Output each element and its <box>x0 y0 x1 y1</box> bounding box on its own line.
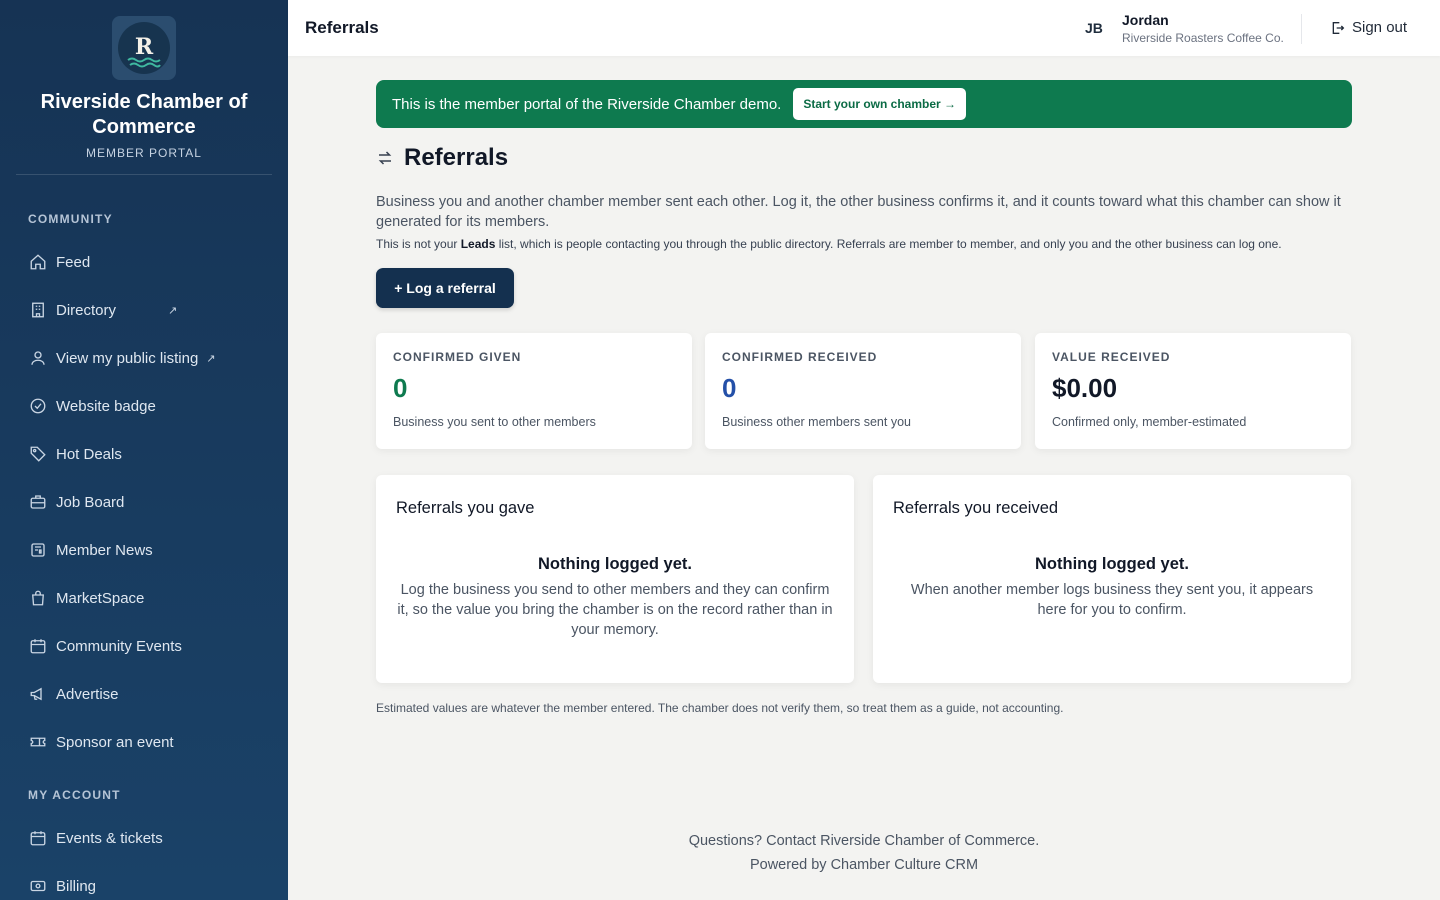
sidebar-item-label: MarketSpace <box>56 589 145 607</box>
section-label-my-account: MY ACCOUNT <box>28 788 121 802</box>
sidebar-item-label: Sponsor an event <box>56 733 174 751</box>
footer-contact: Questions? Contact Riverside Chamber of … <box>688 833 1040 849</box>
sidebar-item-label: Website badge <box>56 397 156 415</box>
sidebar-item-label: Member News <box>56 541 153 559</box>
estimate-footnote: Estimated values are whatever the member… <box>376 701 1064 715</box>
panel-referrals-gave: Referrals you gave Nothing logged yet. L… <box>376 475 854 683</box>
sidebar-item-member-news[interactable]: Member News <box>28 538 153 562</box>
brand-name: Riverside Chamber of Commerce <box>40 91 248 138</box>
external-link-icon: ↗ <box>206 352 216 365</box>
top-bar: Referrals JB Jordan Riverside Roasters C… <box>288 0 1440 56</box>
calendar-icon <box>28 636 48 656</box>
brand-subtitle: MEMBER PORTAL <box>86 146 202 160</box>
note-text: list, which is people contacting you thr… <box>495 237 1282 251</box>
briefcase-icon <box>28 492 48 512</box>
sidebar-item-feed[interactable]: Feed <box>28 250 90 274</box>
sidebar-item-job-board[interactable]: Job Board <box>28 490 124 514</box>
banknote-icon <box>28 876 48 896</box>
sidebar-item-marketspace[interactable]: MarketSpace <box>28 586 144 610</box>
sidebar-item-label: Hot Deals <box>56 445 122 463</box>
stat-card-confirmed-received: CONFIRMED RECEIVED 0 Business other memb… <box>705 333 1021 449</box>
building-icon <box>28 300 48 320</box>
divider <box>1301 14 1302 44</box>
user-name: Jordan <box>1122 12 1169 28</box>
stat-description: Business you sent to other members <box>393 415 596 429</box>
sidebar-item-sponsor-event[interactable]: Sponsor an event <box>28 730 174 754</box>
stat-value: 0 <box>722 373 737 403</box>
megaphone-icon <box>28 684 48 704</box>
ticket-icon <box>28 732 48 752</box>
sidebar-item-label: Billing <box>56 877 97 895</box>
sidebar-item-billing[interactable]: Billing <box>28 874 96 898</box>
sidebar-item-directory[interactable]: Directory ↗ <box>28 298 177 322</box>
sidebar-item-public-listing[interactable]: View my public listing ↗ <box>28 346 216 370</box>
banner-text: This is the member portal of the Riversi… <box>392 95 782 113</box>
calendar-icon <box>28 828 48 848</box>
sidebar-item-label: Feed <box>56 253 91 271</box>
empty-state-text: Log the business you send to other membe… <box>397 582 833 638</box>
sidebar-item-hot-deals[interactable]: Hot Deals <box>28 442 122 466</box>
note-text: This is not your <box>376 237 461 251</box>
chamber-logo: R <box>112 16 176 80</box>
sidebar-item-label: Events & tickets <box>56 829 163 847</box>
panel-title: Referrals you gave <box>396 499 535 517</box>
page-title: Referrals <box>305 18 379 37</box>
intro-text: Business you and another chamber member … <box>376 194 1341 230</box>
home-icon <box>28 252 48 272</box>
sign-out-icon <box>1330 20 1346 36</box>
heading: Referrals <box>404 144 509 171</box>
sidebar-item-label: Directory <box>56 301 117 319</box>
start-chamber-button[interactable]: Start your own chamber → <box>793 88 967 120</box>
user-icon <box>28 348 48 368</box>
empty-state-title: Nothing logged yet. <box>538 555 692 573</box>
sidebar-item-events-tickets[interactable]: Events & tickets <box>28 826 163 850</box>
stat-card-confirmed-given: CONFIRMED GIVEN 0 Business you sent to o… <box>376 333 692 449</box>
panel-title: Referrals you received <box>893 499 1059 517</box>
sidebar-item-label: Job Board <box>56 493 125 511</box>
external-link-icon: ↗ <box>168 304 178 317</box>
tag-icon <box>28 444 48 464</box>
empty-state-text: When another member logs business they s… <box>910 582 1314 618</box>
brand: R Riverside Chamber of Commerce MEMBER P… <box>16 0 272 175</box>
sign-out-label: Sign out <box>1352 19 1408 36</box>
newspaper-icon <box>28 540 48 560</box>
demo-banner: This is the member portal of the Riversi… <box>376 80 1352 128</box>
check-circle-icon <box>28 396 48 416</box>
avatar[interactable]: JB <box>1085 20 1103 36</box>
sidebar-item-label: Community Events <box>56 637 182 655</box>
stat-label: VALUE RECEIVED <box>1052 350 1171 364</box>
leads-note: This is not your Leads list, which is pe… <box>376 236 1352 252</box>
stat-value: 0 <box>393 373 408 403</box>
user-organization: Riverside Roasters Coffee Co. <box>1122 31 1284 45</box>
sidebar: R Riverside Chamber of Commerce MEMBER P… <box>0 0 288 900</box>
empty-state-title: Nothing logged yet. <box>1035 555 1189 573</box>
panel-referrals-received: Referrals you received Nothing logged ye… <box>873 475 1351 683</box>
sidebar-item-label: Advertise <box>56 685 119 703</box>
sign-out-button[interactable]: Sign out <box>1330 19 1407 36</box>
sidebar-item-community-events[interactable]: Community Events <box>28 634 182 658</box>
log-referral-button[interactable]: + Log a referral <box>376 268 514 308</box>
stat-label: CONFIRMED RECEIVED <box>722 350 878 364</box>
section-label-community: COMMUNITY <box>28 212 113 226</box>
page-heading: Referrals <box>376 144 508 172</box>
svg-text:R: R <box>135 34 154 60</box>
stat-value: $0.00 <box>1052 373 1118 403</box>
sidebar-item-advertise[interactable]: Advertise <box>28 682 119 706</box>
stat-description: Business other members sent you <box>722 415 911 429</box>
stat-description: Confirmed only, member-estimated <box>1052 415 1247 429</box>
arrows-exchange-icon <box>376 149 394 167</box>
stat-label: CONFIRMED GIVEN <box>393 350 522 364</box>
sidebar-item-label: View my public listing <box>56 349 199 367</box>
shopping-bag-icon <box>28 588 48 608</box>
footer-powered-by: Powered by Chamber Culture CRM <box>749 857 979 873</box>
note-leads: Leads <box>460 237 496 251</box>
stat-card-value-received: VALUE RECEIVED $0.00 Confirmed only, mem… <box>1035 333 1351 449</box>
sidebar-item-website-badge[interactable]: Website badge <box>28 394 156 418</box>
